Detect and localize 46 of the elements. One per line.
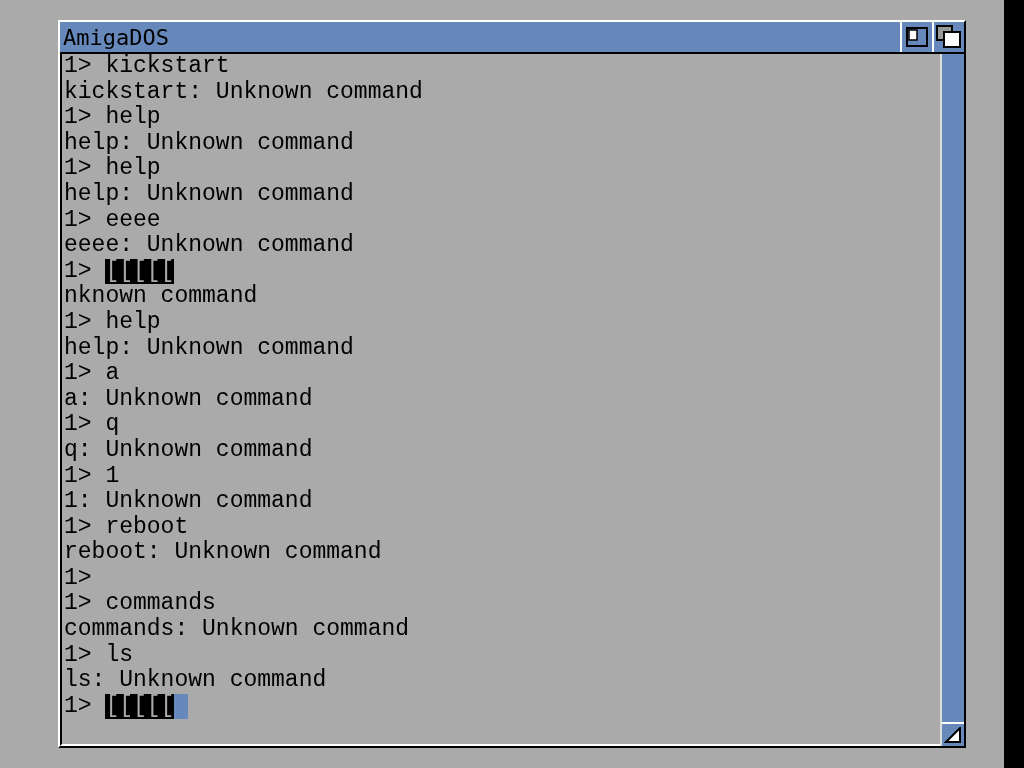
command-text: eeee <box>105 207 161 233</box>
prompt-text: 1> <box>64 156 92 182</box>
scrollbar[interactable] <box>940 54 964 746</box>
prompt-text: 1> <box>64 105 92 131</box>
command-text: help <box>105 309 161 336</box>
output-text: kickstart: Unknown command <box>64 79 423 105</box>
output-text: help: Unknown command <box>64 181 354 208</box>
command-text: [[[[[ <box>105 258 175 285</box>
command-text: reboot <box>105 514 189 540</box>
command-text: commands <box>105 591 216 617</box>
prompt-text: 1> <box>64 54 92 80</box>
command-text: q <box>105 412 120 438</box>
output-text: eeee: Unknown command <box>64 233 354 259</box>
output-text: a: Unknown command <box>64 386 313 413</box>
prompt-text: 1> <box>64 309 92 336</box>
command-text: kickstart <box>105 54 230 80</box>
prompt-text: 1> <box>64 642 92 668</box>
command-text: [[[[[ <box>105 693 175 720</box>
output-text: ls: Unknown command <box>64 668 327 694</box>
resize-gadget[interactable] <box>942 722 964 746</box>
prompt-text: 1> <box>64 412 92 438</box>
command-text: ls <box>105 642 133 668</box>
prompt-text: 1> <box>64 361 92 387</box>
command-text: 1 <box>105 463 120 489</box>
prompt-text: 1> <box>64 565 92 592</box>
prompt-text: 1> <box>64 258 92 284</box>
command-text: help <box>105 105 161 131</box>
window-title: AmigaDOS <box>62 24 170 50</box>
prompt-text: 1> <box>64 207 92 234</box>
output-text: help: Unknown command <box>64 335 354 362</box>
resize-icon <box>944 727 962 743</box>
zoom-icon <box>905 26 929 48</box>
output-text: q: Unknown command <box>64 437 313 464</box>
output-text: commands: Unknown command <box>64 617 410 643</box>
output-text: nknown command <box>64 284 258 310</box>
command-text: help <box>105 156 161 182</box>
output-text: help: Unknown command <box>64 130 354 156</box>
command-text: a <box>105 361 120 387</box>
prompt-text: 1> <box>64 591 92 617</box>
output-text: 1: Unknown command <box>64 489 313 515</box>
prompt-text: 1> <box>64 463 92 490</box>
prompt-text: 1> <box>64 693 92 720</box>
depth-icon <box>936 25 962 49</box>
prompt-text: 1> <box>64 514 92 540</box>
depth-gadget[interactable] <box>932 22 964 52</box>
output-text: reboot: Unknown command <box>64 540 382 566</box>
